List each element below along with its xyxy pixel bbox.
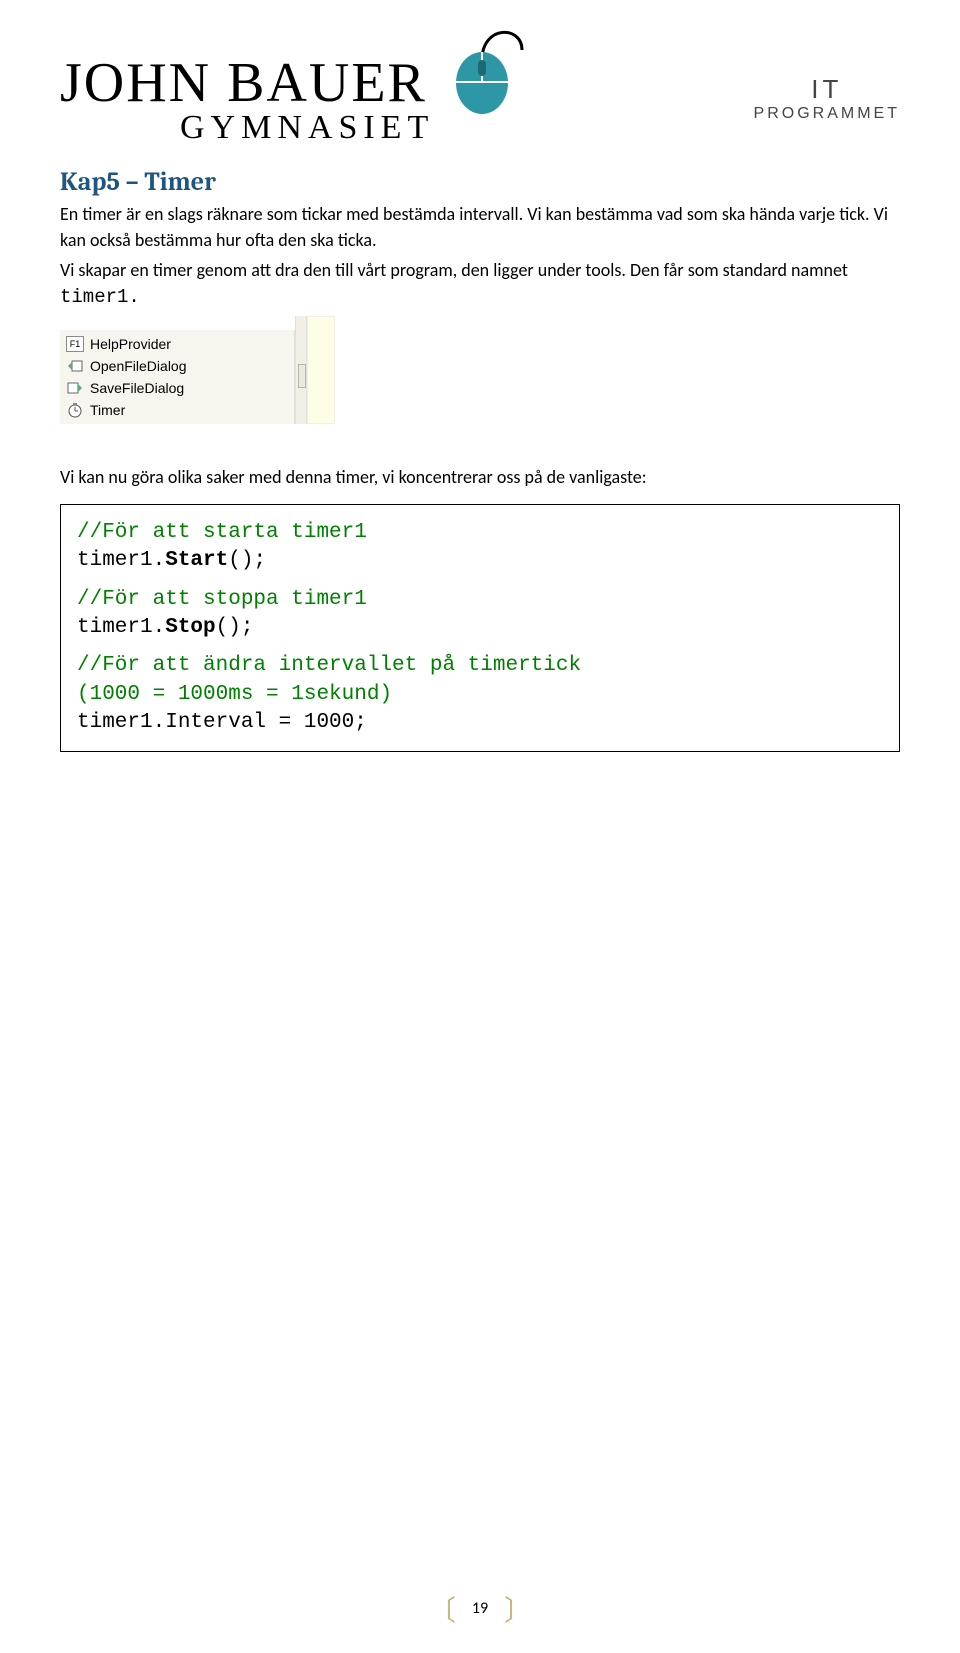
section-heading: Kap5 – Timer [60,167,900,197]
code-line: timer1.Stop(); [77,614,883,642]
paragraph-3: Vi kan nu göra olika saker med denna tim… [60,464,900,490]
form-surface-sliver [307,316,335,424]
letterhead: JOHN BAUER GYMNASIET IT PROGRAMMET [60,20,900,147]
openfile-icon [66,358,84,374]
toolbox-scrollbar [295,316,307,424]
toolbox-item: OpenFileDialog [60,355,294,377]
code-comment: //För att starta timer1 [77,519,883,547]
code-example-box: //För att starta timer1 timer1.Start(); … [60,504,900,752]
code-text: timer1. [77,616,165,639]
code-text: (); [228,549,266,572]
code-text: (); [216,616,254,639]
page-footer: 〔 19 〕 [0,1589,960,1629]
paragraph-2-text: Vi skapar en timer genom att dra den til… [60,259,848,281]
toolbox-item-label: SaveFileDialog [90,380,184,396]
scroll-thumb [298,364,306,388]
paragraph-1: En timer är en slags räknare som tickar … [60,201,900,253]
brand-block: JOHN BAUER GYMNASIET [60,20,744,147]
program-block: IT PROGRAMMET [754,44,900,123]
toolbox-item-label: Timer [90,402,125,418]
code-comment: //För att stoppa timer1 [77,586,883,614]
brace-left-icon: 〔 [428,1598,456,1629]
code-comment: (1000 = 1000ms = 1sekund) [77,681,883,709]
brand-line: JOHN BAUER [60,20,744,115]
code-comment: //För att ändra intervallet på timertick [77,652,883,680]
code-method: Start [165,549,228,572]
toolbox-item: Timer [60,399,294,421]
mouse-icon [437,20,527,115]
savefile-icon [66,380,84,396]
paragraph-2: Vi skapar en timer genom att dra den til… [60,257,900,312]
brand-name-top: JOHN BAUER [60,51,427,115]
timer-icon [66,402,84,418]
toolbox-item-label: OpenFileDialog [90,358,187,374]
toolbox-screenshot: F1 HelpProvider OpenFileDialog SaveFileD… [60,316,900,424]
program-line1: IT [754,74,900,105]
toolbox-item: F1 HelpProvider [60,333,294,355]
document-page: JOHN BAUER GYMNASIET IT PROGRAMMET Kap5 … [0,0,960,1653]
code-method: Stop [165,616,215,639]
program-line2: PROGRAMMET [754,105,900,123]
toolbox-item-label: HelpProvider [90,336,171,352]
page-number: 19 [460,1599,500,1618]
help-icon: F1 [66,336,84,352]
toolbox-panel: F1 HelpProvider OpenFileDialog SaveFileD… [60,330,295,424]
code-line: timer1.Start(); [77,547,883,575]
brace-right-icon: 〕 [504,1598,532,1629]
code-text: timer1. [77,549,165,572]
toolbox-item: SaveFileDialog [60,377,294,399]
paragraph-2-code: timer1. [60,286,140,308]
code-line: timer1.Interval = 1000; [77,709,883,737]
